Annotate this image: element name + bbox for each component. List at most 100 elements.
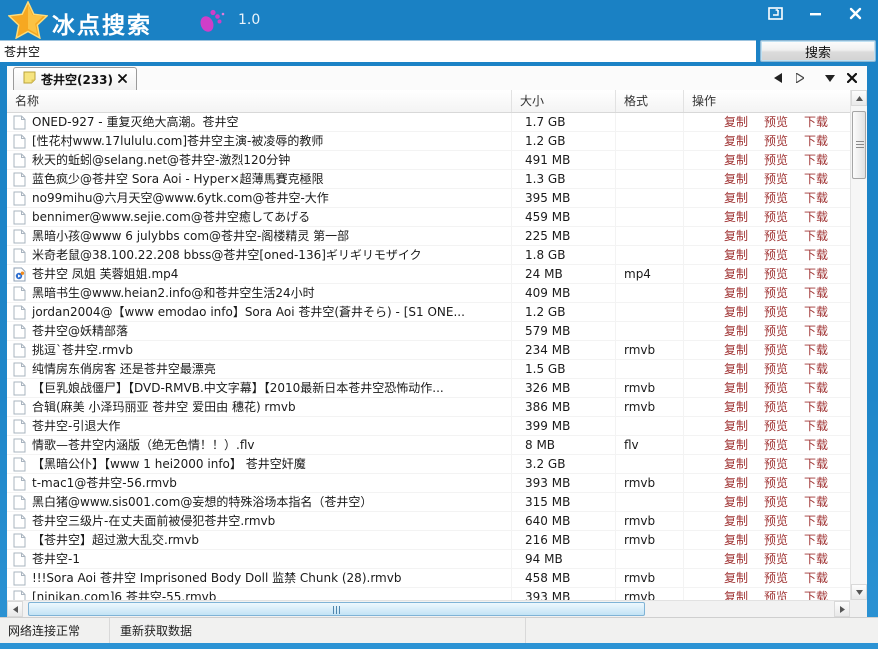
copy-link[interactable]: 复制 xyxy=(724,303,748,321)
download-link[interactable]: 下载 xyxy=(804,113,828,131)
copy-link[interactable]: 复制 xyxy=(724,493,748,511)
table-row[interactable]: 苍井空 凤姐 芙蓉姐姐.mp424 MBmp4复制预览下载 xyxy=(7,265,850,284)
copy-link[interactable]: 复制 xyxy=(724,322,748,340)
table-row[interactable]: 【黑暗公仆】【www 1 hei2000 info】 苍井空奸魔3.2 GB复制… xyxy=(7,455,850,474)
table-row[interactable]: 苍井空三级片-在丈夫面前被侵犯苍井空.rmvb640 MBrmvb复制预览下载 xyxy=(7,512,850,531)
copy-link[interactable]: 复制 xyxy=(724,246,748,264)
tab-close-icon[interactable] xyxy=(118,72,127,86)
column-header-size[interactable]: 大小 xyxy=(512,90,616,112)
table-row[interactable]: 合辑(麻美 小泽玛丽亚 苍井空 爱田由 穗花) rmvb386 MBrmvb复制… xyxy=(7,398,850,417)
preview-link[interactable]: 预览 xyxy=(764,398,788,416)
preview-link[interactable]: 预览 xyxy=(764,132,788,150)
preview-link[interactable]: 预览 xyxy=(764,151,788,169)
table-row[interactable]: t-mac1@苍井空-56.rmvb393 MBrmvb复制预览下载 xyxy=(7,474,850,493)
table-row[interactable]: [性花村www.17lululu.com]苍井空主演-被凌辱的教师1.2 GB复… xyxy=(7,132,850,151)
preview-link[interactable]: 预览 xyxy=(764,246,788,264)
table-row[interactable]: 黑暗小孩@www 6 julybbs com@苍井空-阁楼精灵 第一部225 M… xyxy=(7,227,850,246)
preview-link[interactable]: 预览 xyxy=(764,455,788,473)
table-row[interactable]: 纯情房东俏房客 还是苍井空最漂亮1.5 GB复制预览下载 xyxy=(7,360,850,379)
scroll-right-icon[interactable] xyxy=(834,601,850,617)
table-row[interactable]: jordan2004@【www emodao info】Sora Aoi 苍井空… xyxy=(7,303,850,322)
copy-link[interactable]: 复制 xyxy=(724,512,748,530)
preview-link[interactable]: 预览 xyxy=(764,322,788,340)
preview-link[interactable]: 预览 xyxy=(764,550,788,568)
tab-close-all-icon[interactable] xyxy=(845,70,859,86)
download-link[interactable]: 下载 xyxy=(804,341,828,359)
download-link[interactable]: 下载 xyxy=(804,246,828,264)
tab-list-dropdown-icon[interactable] xyxy=(823,70,837,86)
download-link[interactable]: 下载 xyxy=(804,284,828,302)
copy-link[interactable]: 复制 xyxy=(724,569,748,587)
preview-link[interactable]: 预览 xyxy=(764,113,788,131)
horizontal-scroll-thumb[interactable] xyxy=(28,602,645,616)
column-header-actions[interactable]: 操作 xyxy=(684,90,850,112)
copy-link[interactable]: 复制 xyxy=(724,132,748,150)
download-link[interactable]: 下载 xyxy=(804,436,828,454)
table-row[interactable]: no99mihu@六月天空@www.6ytk.com@苍井空-大作395 MB复… xyxy=(7,189,850,208)
preview-link[interactable]: 预览 xyxy=(764,303,788,321)
copy-link[interactable]: 复制 xyxy=(724,436,748,454)
copy-link[interactable]: 复制 xyxy=(724,265,748,283)
table-row[interactable]: 蓝色疯少@苍井空 Sora Aoi - Hyper×超薄馬賽克極限1.3 GB复… xyxy=(7,170,850,189)
preview-link[interactable]: 预览 xyxy=(764,493,788,511)
preview-link[interactable]: 预览 xyxy=(764,208,788,226)
download-link[interactable]: 下载 xyxy=(804,208,828,226)
table-row[interactable]: 挑逗`苍井空.rmvb234 MBrmvb复制预览下载 xyxy=(7,341,850,360)
download-link[interactable]: 下载 xyxy=(804,531,828,549)
table-row[interactable]: 米奇老鼠@38.100.22.208 bbss@苍井空[oned-136]ギリギ… xyxy=(7,246,850,265)
copy-link[interactable]: 复制 xyxy=(724,455,748,473)
download-link[interactable]: 下载 xyxy=(804,474,828,492)
copy-link[interactable]: 复制 xyxy=(724,588,748,600)
table-row[interactable]: 情歌—苍井空内涵版（绝无色情！！）.flv8 MBflv复制预览下载 xyxy=(7,436,850,455)
horizontal-scrollbar[interactable] xyxy=(7,600,850,617)
preview-link[interactable]: 预览 xyxy=(764,284,788,302)
copy-link[interactable]: 复制 xyxy=(724,474,748,492)
scroll-left-icon[interactable] xyxy=(7,601,23,617)
tab-scroll-left-icon[interactable] xyxy=(771,70,785,86)
preview-link[interactable]: 预览 xyxy=(764,170,788,188)
table-row[interactable]: ONED-927 - 重复灭绝大高潮。苍井空1.7 GB复制预览下载 xyxy=(7,113,850,132)
download-link[interactable]: 下载 xyxy=(804,132,828,150)
preview-link[interactable]: 预览 xyxy=(764,189,788,207)
download-link[interactable]: 下载 xyxy=(804,398,828,416)
copy-link[interactable]: 复制 xyxy=(724,208,748,226)
copy-link[interactable]: 复制 xyxy=(724,341,748,359)
preview-link[interactable]: 预览 xyxy=(764,360,788,378)
preview-link[interactable]: 预览 xyxy=(764,265,788,283)
download-link[interactable]: 下载 xyxy=(804,360,828,378)
download-link[interactable]: 下载 xyxy=(804,493,828,511)
search-button[interactable]: 搜索 xyxy=(760,40,876,62)
refresh-data-item[interactable]: 重新获取数据 xyxy=(110,618,526,643)
copy-link[interactable]: 复制 xyxy=(724,284,748,302)
copy-link[interactable]: 复制 xyxy=(724,189,748,207)
download-link[interactable]: 下载 xyxy=(804,455,828,473)
copy-link[interactable]: 复制 xyxy=(724,151,748,169)
table-row[interactable]: 【苍井空】超过激大乱交.rmvb216 MBrmvb复制预览下载 xyxy=(7,531,850,550)
download-link[interactable]: 下载 xyxy=(804,569,828,587)
download-link[interactable]: 下载 xyxy=(804,303,828,321)
preview-link[interactable]: 预览 xyxy=(764,417,788,435)
download-link[interactable]: 下载 xyxy=(804,227,828,245)
download-link[interactable]: 下载 xyxy=(804,379,828,397)
vertical-scrollbar[interactable] xyxy=(850,90,867,600)
download-link[interactable]: 下载 xyxy=(804,265,828,283)
preview-link[interactable]: 预览 xyxy=(764,227,788,245)
table-row[interactable]: 秋天的蚯蚓@selang.net@苍井空-激烈120分钟491 MB复制预览下载 xyxy=(7,151,850,170)
popup-window-icon[interactable] xyxy=(766,5,784,21)
table-row[interactable]: bennimer@www.sejie.com@苍井空癒してあげる459 MB复制… xyxy=(7,208,850,227)
vertical-scroll-thumb[interactable] xyxy=(852,111,866,179)
table-row[interactable]: [ninikan.com]6 苍井空-55.rmvb393 MBrmvb复制预览… xyxy=(7,588,850,600)
table-row[interactable]: !!!Sora Aoi 苍井空 Imprisoned Body Doll 监禁 … xyxy=(7,569,850,588)
copy-link[interactable]: 复制 xyxy=(724,113,748,131)
copy-link[interactable]: 复制 xyxy=(724,170,748,188)
preview-link[interactable]: 预览 xyxy=(764,379,788,397)
copy-link[interactable]: 复制 xyxy=(724,379,748,397)
download-link[interactable]: 下载 xyxy=(804,189,828,207)
preview-link[interactable]: 预览 xyxy=(764,474,788,492)
preview-link[interactable]: 预览 xyxy=(764,569,788,587)
scroll-down-icon[interactable] xyxy=(851,584,867,600)
download-link[interactable]: 下载 xyxy=(804,417,828,435)
tab-scroll-right-icon[interactable] xyxy=(793,70,807,86)
copy-link[interactable]: 复制 xyxy=(724,227,748,245)
table-row[interactable]: 苍井空@妖精部落579 MB复制预览下载 xyxy=(7,322,850,341)
